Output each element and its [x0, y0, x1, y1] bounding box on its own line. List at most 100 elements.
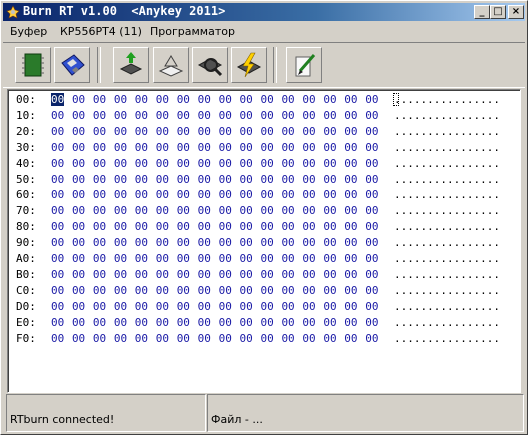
menu-programmer[interactable]: Программатор — [150, 25, 235, 38]
hex-byte[interactable]: 00 — [114, 236, 127, 249]
hex-byte[interactable]: 00 — [323, 188, 336, 201]
hex-byte[interactable]: 00 — [177, 252, 190, 265]
hex-byte[interactable]: 00 — [365, 93, 378, 106]
hex-byte[interactable]: 00 — [302, 93, 315, 106]
open-chip-button[interactable] — [15, 47, 51, 83]
hex-byte[interactable]: 00 — [240, 93, 253, 106]
hex-byte[interactable]: 00 — [302, 284, 315, 297]
hex-byte[interactable]: 00 — [72, 141, 85, 154]
hex-byte[interactable]: 00 — [114, 173, 127, 186]
hex-byte[interactable]: 00 — [261, 204, 274, 217]
hex-byte[interactable]: 00 — [281, 300, 294, 313]
hex-byte[interactable]: 00 — [219, 236, 232, 249]
hex-byte[interactable]: 00 — [344, 109, 357, 122]
hex-byte[interactable]: 00 — [323, 316, 336, 329]
hex-byte[interactable]: 00 — [177, 268, 190, 281]
hex-byte[interactable]: 00 — [198, 188, 211, 201]
hex-byte[interactable]: 00 — [198, 316, 211, 329]
hex-byte[interactable]: 00 — [72, 252, 85, 265]
hex-byte[interactable]: 00 — [72, 204, 85, 217]
hex-byte[interactable]: 00 — [302, 204, 315, 217]
hex-byte[interactable]: 00 — [344, 141, 357, 154]
hex-byte[interactable]: 00 — [323, 252, 336, 265]
hex-byte[interactable]: 00 — [261, 332, 274, 345]
hex-byte[interactable]: 00 — [114, 188, 127, 201]
hex-byte[interactable]: 00 — [51, 300, 64, 313]
hex-byte[interactable]: 00 — [72, 125, 85, 138]
hex-byte[interactable]: 00 — [344, 332, 357, 345]
hex-byte[interactable]: 00 — [219, 141, 232, 154]
hex-byte[interactable]: 00 — [261, 93, 274, 106]
hex-byte[interactable]: 00 — [240, 141, 253, 154]
hex-byte[interactable]: 00 — [240, 188, 253, 201]
hex-byte[interactable]: 00 — [51, 268, 64, 281]
hex-byte[interactable]: 00 — [302, 109, 315, 122]
hex-byte[interactable]: 00 — [93, 236, 106, 249]
hex-byte[interactable]: 00 — [114, 109, 127, 122]
hex-byte[interactable]: 00 — [240, 316, 253, 329]
hex-byte[interactable]: 00 — [198, 173, 211, 186]
hex-byte[interactable]: 00 — [323, 204, 336, 217]
hex-byte[interactable]: 00 — [281, 332, 294, 345]
read-chip-button[interactable] — [113, 47, 149, 83]
hex-byte[interactable]: 00 — [135, 316, 148, 329]
hex-byte[interactable]: 00 — [219, 220, 232, 233]
hex-byte[interactable]: 00 — [93, 204, 106, 217]
write-chip-button[interactable] — [231, 47, 267, 83]
hex-byte[interactable]: 00 — [93, 316, 106, 329]
hex-byte[interactable]: 00 — [302, 125, 315, 138]
blank-check-button[interactable] — [153, 47, 189, 83]
hex-byte[interactable]: 00 — [198, 252, 211, 265]
hex-byte[interactable]: 00 — [281, 204, 294, 217]
hex-byte[interactable]: 00 — [51, 236, 64, 249]
hex-byte[interactable]: 00 — [177, 157, 190, 170]
hex-byte[interactable]: 00 — [240, 284, 253, 297]
hex-byte[interactable]: 00 — [261, 157, 274, 170]
hex-byte[interactable]: 00 — [281, 188, 294, 201]
hex-byte[interactable]: 00 — [135, 188, 148, 201]
hex-byte[interactable]: 00 — [114, 204, 127, 217]
hex-byte[interactable]: 00 — [323, 332, 336, 345]
hex-byte[interactable]: 00 — [93, 300, 106, 313]
hex-byte[interactable]: 00 — [198, 220, 211, 233]
hex-byte[interactable]: 00 — [240, 332, 253, 345]
hex-byte[interactable]: 00 — [302, 141, 315, 154]
hex-byte[interactable]: 00 — [344, 220, 357, 233]
hex-byte[interactable]: 00 — [156, 220, 169, 233]
hex-byte[interactable]: 00 — [156, 173, 169, 186]
hex-byte[interactable]: 00 — [93, 173, 106, 186]
hex-byte[interactable]: 00 — [156, 125, 169, 138]
hex-byte[interactable]: 00 — [114, 125, 127, 138]
save-button[interactable] — [54, 47, 90, 83]
hex-byte[interactable]: 00 — [302, 220, 315, 233]
hex-byte[interactable]: 00 — [219, 93, 232, 106]
hex-byte[interactable]: 00 — [344, 125, 357, 138]
hex-byte[interactable]: 00 — [323, 268, 336, 281]
hex-byte[interactable]: 00 — [198, 268, 211, 281]
hex-byte[interactable]: 00 — [156, 157, 169, 170]
hex-byte[interactable]: 00 — [344, 252, 357, 265]
hex-byte[interactable]: 00 — [114, 252, 127, 265]
hex-byte[interactable]: 00 — [365, 236, 378, 249]
hex-byte[interactable]: 00 — [344, 173, 357, 186]
hex-byte[interactable]: 00 — [93, 109, 106, 122]
hex-byte[interactable]: 00 — [177, 125, 190, 138]
hex-byte[interactable]: 00 — [323, 300, 336, 313]
clear-buffer-button[interactable] — [286, 47, 322, 83]
hex-editor[interactable]: 00: 00 00 00 00 00 00 00 00 00 00 00 00 00 00 00 00.....… — [7, 89, 521, 393]
hex-byte[interactable]: 00 — [177, 316, 190, 329]
hex-byte[interactable]: 00 — [219, 332, 232, 345]
hex-byte[interactable]: 00 — [344, 188, 357, 201]
hex-byte[interactable]: 00 — [219, 300, 232, 313]
hex-byte[interactable]: 00 — [93, 284, 106, 297]
maximize-button[interactable]: □ — [490, 5, 506, 19]
hex-byte[interactable]: 00 — [261, 125, 274, 138]
hex-byte[interactable]: 00 — [51, 204, 64, 217]
hex-byte[interactable]: 00 — [240, 268, 253, 281]
hex-byte[interactable]: 00 — [135, 157, 148, 170]
hex-byte[interactable]: 00 — [323, 109, 336, 122]
hex-byte[interactable]: 00 — [135, 284, 148, 297]
hex-byte[interactable]: 00 — [219, 252, 232, 265]
hex-byte[interactable]: 00 — [365, 157, 378, 170]
hex-byte[interactable]: 00 — [51, 188, 64, 201]
